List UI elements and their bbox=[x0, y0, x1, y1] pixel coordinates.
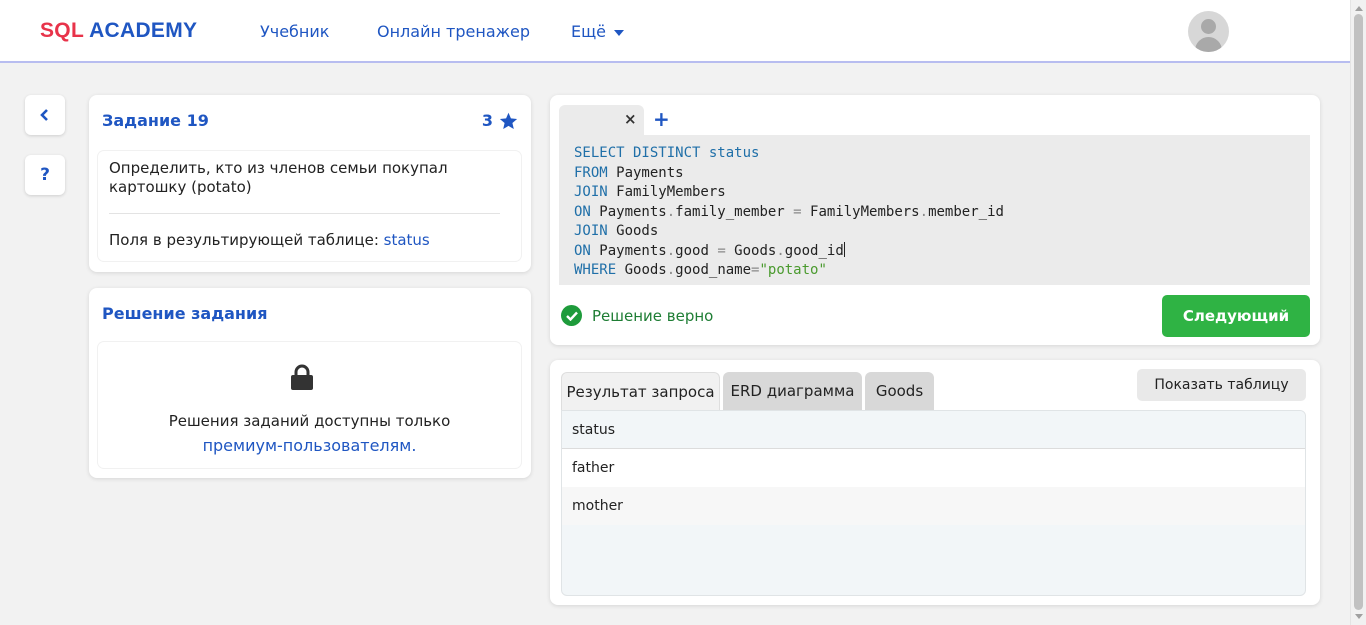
premium-link[interactable]: премиум-пользователям. bbox=[98, 436, 521, 455]
task-fields-value: status bbox=[383, 231, 430, 249]
nav-more[interactable]: Ещё bbox=[571, 22, 625, 41]
task-fields-label: Поля в результирующей таблице: bbox=[109, 231, 379, 249]
sql-token: = bbox=[717, 242, 726, 259]
check-circle-icon bbox=[561, 305, 582, 326]
result-table: status father mother bbox=[561, 410, 1306, 596]
sql-token: . bbox=[666, 203, 676, 220]
sql-code[interactable]: SELECT DISTINCT status FROM Payments JOI… bbox=[574, 144, 1004, 281]
task-description-box: Определить, кто из членов семьи покупал … bbox=[98, 151, 521, 261]
scroll-up-arrow-icon[interactable] bbox=[1355, 6, 1363, 11]
chevron-left-icon bbox=[40, 109, 48, 121]
sql-token: family_member bbox=[675, 203, 794, 220]
text-cursor bbox=[843, 241, 845, 257]
show-table-button[interactable]: Показать таблицу bbox=[1137, 369, 1306, 401]
sql-token: FamilyMembers bbox=[801, 203, 920, 220]
lock-icon bbox=[290, 364, 314, 395]
sql-token: Payments bbox=[590, 242, 667, 259]
chevron-down-icon bbox=[614, 29, 625, 36]
table-header-status: status bbox=[562, 411, 1305, 449]
sql-token: Goods bbox=[725, 242, 777, 259]
sql-keyword: FROM bbox=[574, 164, 608, 181]
add-tab-icon[interactable]: + bbox=[653, 107, 670, 131]
user-icon-body bbox=[1195, 37, 1222, 52]
tab-goods[interactable]: Goods bbox=[865, 372, 934, 410]
sql-keyword: WHERE bbox=[574, 262, 617, 278]
nav-tutorial[interactable]: Учебник bbox=[260, 22, 329, 41]
sql-token: good_name bbox=[675, 262, 752, 278]
logo-academy: ACADEMY bbox=[89, 19, 198, 42]
locked-text: Решения заданий доступны только bbox=[168, 412, 451, 430]
sql-token: = bbox=[793, 203, 802, 220]
logo[interactable]: SQL ACADEMY bbox=[40, 19, 197, 43]
logo-sql: SQL bbox=[40, 19, 84, 42]
sql-token: . bbox=[776, 242, 785, 259]
sql-token: . bbox=[919, 203, 929, 220]
sql-string: "potato" bbox=[759, 262, 827, 278]
page-scrollbar[interactable] bbox=[1350, 0, 1366, 625]
table-row: father bbox=[562, 449, 1305, 487]
task-score-value: 3 bbox=[481, 111, 493, 130]
top-header: SQL ACADEMY Учебник Онлайн тренажер Ещё bbox=[0, 0, 1350, 63]
editor-card: × + SELECT DISTINCT status FROM Payments… bbox=[550, 95, 1320, 345]
scroll-down-arrow-icon[interactable] bbox=[1355, 614, 1363, 619]
user-icon-head bbox=[1201, 19, 1216, 34]
task-title: Задание 19 bbox=[102, 111, 209, 130]
next-button[interactable]: Следующий bbox=[1162, 295, 1310, 337]
task-score: 3 bbox=[482, 111, 518, 130]
nav-online-trainer[interactable]: Онлайн тренажер bbox=[377, 22, 530, 41]
sql-keyword: JOIN bbox=[574, 223, 608, 239]
sql-keyword: SELECT DISTINCT status bbox=[574, 145, 760, 161]
sql-keyword: ON bbox=[574, 203, 591, 220]
sql-token: FamilyMembers bbox=[607, 184, 726, 200]
sql-token: Payments bbox=[590, 203, 667, 220]
sql-token: member_id bbox=[928, 203, 1004, 220]
sql-token: . bbox=[666, 262, 676, 278]
nav-more-label: Ещё bbox=[571, 22, 607, 41]
sql-token: good_id bbox=[784, 242, 844, 259]
back-button[interactable] bbox=[25, 95, 65, 135]
tab-erd-diagram[interactable]: ERD диаграмма bbox=[723, 372, 862, 410]
help-button[interactable]: ? bbox=[25, 155, 65, 195]
avatar[interactable] bbox=[1188, 11, 1229, 52]
solution-title: Решение задания bbox=[102, 304, 268, 323]
sql-keyword: JOIN bbox=[574, 184, 608, 200]
status-row: Решение верно bbox=[561, 305, 713, 326]
sql-token: good bbox=[675, 242, 718, 259]
status-text: Решение верно bbox=[592, 306, 714, 325]
editor-tab[interactable]: × bbox=[559, 105, 644, 135]
star-icon bbox=[499, 112, 518, 130]
sql-keyword: ON bbox=[574, 242, 591, 259]
scroll-thumb[interactable] bbox=[1354, 14, 1363, 610]
solution-card: Решение задания Решения заданий доступны… bbox=[89, 288, 531, 478]
table-row: mother bbox=[562, 487, 1305, 525]
tab-query-result[interactable]: Результат запроса bbox=[561, 372, 720, 410]
task-result-fields: Поля в результирующей таблице: status bbox=[109, 231, 430, 249]
question-icon: ? bbox=[40, 165, 50, 185]
sql-token: Payments bbox=[607, 164, 684, 181]
sql-editor[interactable]: SELECT DISTINCT status FROM Payments JOI… bbox=[559, 135, 1310, 285]
result-card: Результат запроса ERD диаграмма Goods По… bbox=[550, 360, 1320, 605]
task-card: Задание 19 3 Определить, кто из членов с… bbox=[89, 95, 531, 272]
divider bbox=[109, 213, 500, 214]
close-icon[interactable]: × bbox=[624, 110, 637, 128]
sql-token: Goods bbox=[616, 262, 667, 278]
sql-token: Goods bbox=[607, 223, 659, 239]
sql-token: . bbox=[666, 242, 676, 259]
task-description: Определить, кто из членов семьи покупал … bbox=[109, 159, 448, 196]
solution-locked-box: Решения заданий доступны только премиум-… bbox=[98, 342, 521, 468]
